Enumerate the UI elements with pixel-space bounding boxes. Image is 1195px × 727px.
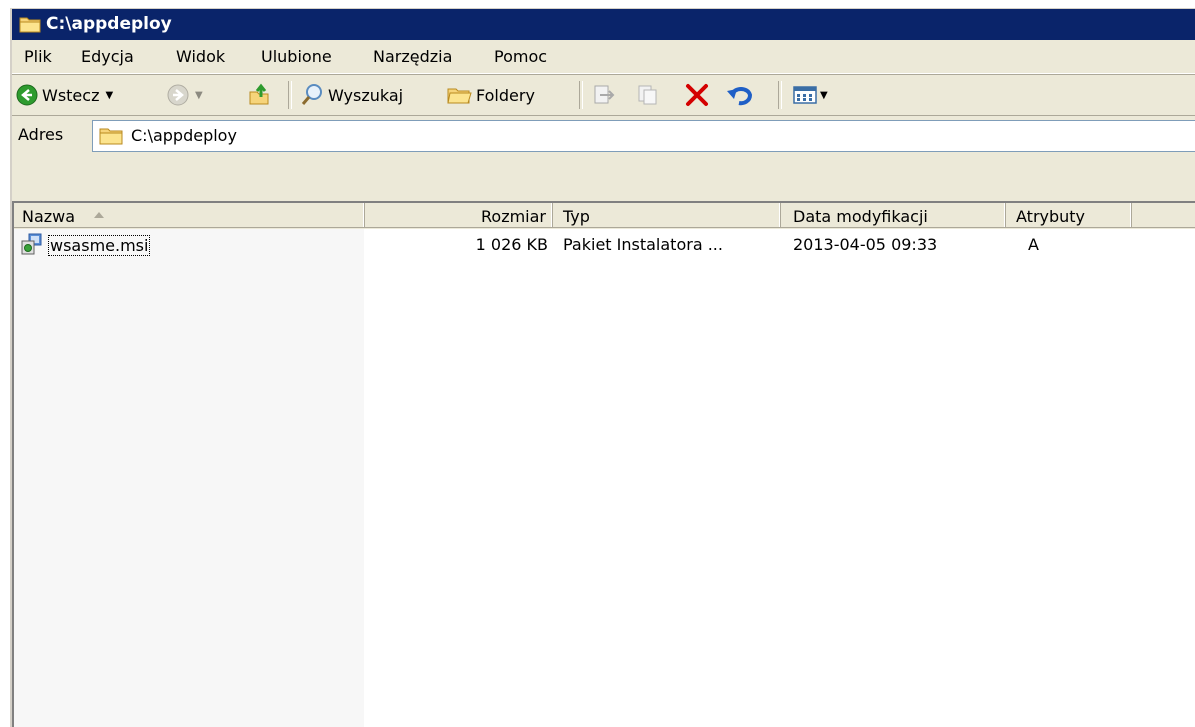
search-button[interactable]: Wyszukaj <box>300 81 403 109</box>
back-button[interactable]: Wstecz ▼ <box>16 81 113 109</box>
copy-to-icon <box>638 85 657 105</box>
delete-icon <box>686 84 708 106</box>
msi-package-icon <box>21 233 42 255</box>
column-attributes-label: Atrybuty <box>1016 207 1086 226</box>
menu-plik[interactable]: Plik <box>24 47 52 66</box>
views-dropdown-icon[interactable]: ▼ <box>820 90 828 101</box>
views-icon <box>793 86 817 104</box>
file-name[interactable]: wsasme.msi <box>48 235 151 256</box>
menu-widok[interactable]: Widok <box>176 47 225 66</box>
search-label: Wyszukaj <box>328 85 404 105</box>
search-icon <box>301 84 322 105</box>
folders-button[interactable]: Foldery <box>446 81 535 109</box>
undo-button[interactable] <box>726 81 756 109</box>
toolbar-separator <box>579 81 583 109</box>
folders-label: Foldery <box>476 85 535 105</box>
file-size: 1 026 KB <box>475 235 548 254</box>
folder-icon <box>99 128 123 145</box>
address-label: Adres <box>18 125 64 144</box>
delete-button[interactable] <box>684 81 710 109</box>
column-modified-label: Data modyfikacji <box>793 207 928 226</box>
back-label: Wstecz <box>42 85 100 105</box>
column-modified[interactable]: Data modyfikacji <box>781 203 1006 228</box>
forward-dropdown-icon[interactable]: ▼ <box>195 90 203 101</box>
up-folder-icon <box>249 83 269 105</box>
toolbar-separator <box>288 81 292 109</box>
menu-bar: Plik Edycja Widok Ulubione Narzędzia Pom… <box>12 40 1195 74</box>
move-to-button[interactable] <box>592 81 616 109</box>
menu-edycja[interactable]: Edycja <box>81 47 134 66</box>
back-arrow-icon <box>16 84 38 106</box>
move-to-icon <box>594 85 615 104</box>
undo-icon <box>727 87 753 106</box>
menu-narzedzia[interactable]: Narzędzia <box>373 47 452 66</box>
views-button[interactable]: ▼ <box>792 81 828 109</box>
copy-to-button[interactable] <box>636 81 660 109</box>
column-type-label: Typ <box>563 207 590 226</box>
menu-pomoc[interactable]: Pomoc <box>494 47 547 66</box>
toolbar: Wstecz ▼ ▼ Wyszukaj Foldery ▼ <box>12 74 1195 116</box>
column-attributes[interactable]: Atrybuty <box>1006 203 1132 228</box>
address-bar: Adres C:\appdeploy <box>12 115 1195 155</box>
file-type: Pakiet Instalatora ... <box>563 235 723 254</box>
column-size[interactable]: Rozmiar <box>365 203 553 228</box>
forward-button[interactable]: ▼ <box>167 81 203 109</box>
folders-icon <box>447 88 472 104</box>
column-name[interactable]: Nazwa <box>14 203 365 228</box>
column-size-label: Rozmiar <box>481 207 546 226</box>
window-title: C:\appdeploy <box>46 14 172 34</box>
back-dropdown-icon[interactable]: ▼ <box>105 90 113 101</box>
file-row[interactable]: wsasme.msi 1 026 KB Pakiet Instalatora .… <box>14 231 1195 257</box>
column-header: Nazwa Rozmiar Typ Data modyfikacji Atryb… <box>14 203 1195 229</box>
column-filler <box>1132 203 1195 228</box>
menu-ulubione[interactable]: Ulubione <box>261 47 332 66</box>
folder-icon <box>19 17 41 33</box>
toolbar-separator <box>778 81 782 109</box>
column-name-label: Nazwa <box>22 207 76 226</box>
explorer-window: C:\appdeploy Plik Edycja Widok Ulubione … <box>10 8 1195 727</box>
address-value: C:\appdeploy <box>131 126 237 145</box>
file-modified: 2013-04-05 09:33 <box>793 235 938 254</box>
sorted-column-highlight <box>14 229 364 727</box>
file-attributes: A <box>1028 235 1039 254</box>
forward-arrow-icon <box>167 84 189 106</box>
up-folder-button[interactable] <box>247 81 271 109</box>
sort-ascending-icon <box>94 212 104 218</box>
address-input[interactable]: C:\appdeploy <box>92 120 1195 152</box>
file-list[interactable]: Nazwa Rozmiar Typ Data modyfikacji Atryb… <box>12 201 1195 727</box>
column-type[interactable]: Typ <box>553 203 781 228</box>
title-bar[interactable]: C:\appdeploy <box>12 9 1195 40</box>
